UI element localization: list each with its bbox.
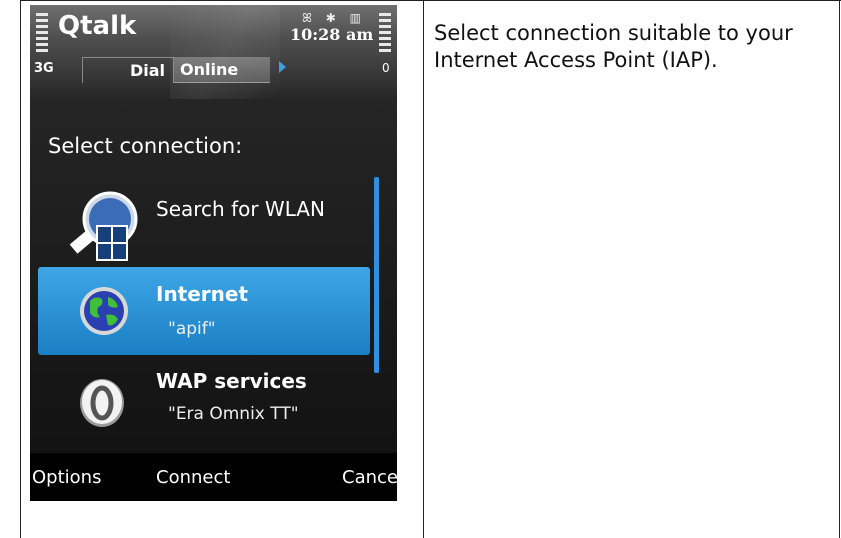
- network-type: 3G: [34, 61, 54, 76]
- status-bar: Qtalk ꕤ ✱ ▥ 10:28 am 3G Dial Online 0: [30, 5, 397, 99]
- options-softkey[interactable]: Options: [32, 467, 101, 488]
- softkey-bar: Options Connect Cancel: [30, 453, 397, 501]
- connection-sublabel: "Era Omnix TT": [168, 404, 299, 424]
- battery-level-icon: [379, 13, 391, 57]
- tab-scroll-right-icon[interactable]: [279, 61, 286, 73]
- wlan-search-icon: [66, 191, 138, 261]
- connection-sublabel: "apif": [168, 319, 216, 339]
- clock: 10:28 am: [290, 25, 374, 44]
- scrollbar[interactable]: [374, 177, 379, 373]
- tab-online[interactable]: Online: [174, 57, 270, 83]
- wap-icon: [80, 379, 124, 427]
- table-right-border: [839, 0, 840, 538]
- table-top-border: [20, 0, 841, 1]
- connection-label: Search for WLAN: [156, 197, 325, 221]
- table-left-border: [20, 0, 21, 538]
- app-title: Qtalk: [58, 11, 137, 41]
- list-item-search-wlan[interactable]: Search for WLAN: [38, 185, 370, 265]
- connection-label: WAP services: [156, 369, 307, 393]
- memory-indicator: 0: [382, 61, 390, 75]
- list-item-wap-services[interactable]: WAP services "Era Omnix TT": [38, 362, 370, 444]
- connection-label: Internet: [156, 282, 249, 306]
- tab-dial[interactable]: Dial: [82, 57, 174, 83]
- instruction-text: Select connection suitable to your Inter…: [434, 21, 793, 72]
- globe-icon: [80, 287, 128, 335]
- table-column-divider: [423, 0, 424, 538]
- connect-softkey[interactable]: Connect: [156, 467, 230, 488]
- page-title: Select connection:: [48, 134, 243, 158]
- cancel-softkey[interactable]: Cancel: [342, 467, 397, 488]
- signal-strength-icon: [36, 13, 48, 57]
- list-item-internet[interactable]: Internet "apif": [38, 267, 370, 355]
- status-indicator-icons: ꕤ ✱ ▥: [302, 11, 367, 25]
- phone-screen: Qtalk ꕤ ✱ ▥ 10:28 am 3G Dial Online 0 Se…: [30, 5, 397, 501]
